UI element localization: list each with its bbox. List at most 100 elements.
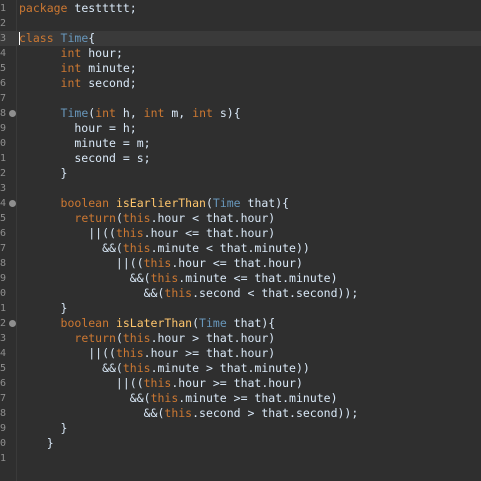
line-number: 8: [0, 408, 7, 419]
line-number: 6: [0, 228, 7, 239]
code-text: minute = m;: [19, 136, 150, 151]
code-line[interactable]: 8 &&(this.second > that.second));: [0, 406, 481, 421]
code-token: boolean: [60, 196, 116, 210]
code-text: Time(int h, int m, int s){: [19, 106, 241, 121]
code-token: .minute < that.minute)): [150, 241, 310, 255]
code-token: class: [19, 31, 61, 45]
code-line[interactable]: 6 int second;: [0, 76, 481, 91]
code-token: .second > that.second));: [192, 406, 359, 420]
code-text: }: [19, 166, 68, 181]
code-line[interactable]: 3: [0, 181, 481, 196]
line-number: 1: [0, 453, 7, 464]
line-number: 7: [0, 93, 7, 104]
code-text: int second;: [19, 76, 137, 91]
code-editor[interactable]: 1 package testtttt; 2 3 class Time{4 int hou…: [0, 0, 481, 481]
code-token: return: [74, 331, 116, 345]
code-token: .hour <= that.hour): [171, 256, 303, 270]
code-token: this: [122, 361, 151, 375]
code-token: this: [150, 391, 179, 405]
code-token: that){: [233, 316, 276, 330]
code-text: ||((this.hour >= that.hour): [19, 376, 303, 391]
code-line[interactable]: 9 &&(this.minute <= that.minute): [0, 271, 481, 286]
code-line[interactable]: 5 return(this.hour < that.hour): [0, 211, 481, 226]
code-line[interactable]: 0 &&(this.second < that.second));: [0, 286, 481, 301]
line-number: 2: [0, 18, 7, 29]
line-number: 3: [0, 183, 7, 194]
code-line[interactable]: 8 Time(int h, int m, int s){: [0, 106, 481, 121]
code-token: return: [74, 211, 116, 225]
code-line[interactable]: 6 ||((this.hour >= that.hour): [0, 376, 481, 391]
code-text: &&(this.minute < that.minute)): [19, 241, 310, 256]
code-text: }: [19, 301, 68, 316]
code-text: ||((this.hour <= that.hour): [19, 226, 275, 241]
code-line[interactable]: 2: [0, 16, 481, 31]
code-line[interactable]: 0 }: [0, 436, 481, 451]
line-number: 2: [0, 168, 7, 179]
line-number: 5: [0, 213, 7, 224]
code-token: &&(: [19, 286, 165, 300]
code-token: {: [88, 31, 96, 45]
code-token: int: [143, 106, 172, 120]
fold-toggle-icon[interactable]: [9, 320, 16, 327]
code-text: &&(this.minute > that.minute)): [19, 361, 310, 376]
code-text: hour = h;: [19, 121, 137, 136]
code-line[interactable]: 1 second = s;: [0, 151, 481, 166]
code-token: int: [192, 106, 220, 120]
code-token: .minute >= that.minute): [178, 391, 338, 405]
code-token: Time: [199, 316, 234, 330]
line-number: 7: [0, 393, 7, 404]
code-line[interactable]: 4 int hour;: [0, 46, 481, 61]
code-line[interactable]: 7 &&(this.minute >= that.minute): [0, 391, 481, 406]
code-line[interactable]: 2 }: [0, 166, 481, 181]
line-number: 0: [0, 438, 7, 449]
code-token: isLaterThan: [115, 316, 193, 330]
code-line[interactable]: 3 return(this.hour > that.hour): [0, 331, 481, 346]
code-token: .hour > that.hour): [150, 331, 276, 345]
code-line[interactable]: 5 &&(this.minute > that.minute)): [0, 361, 481, 376]
code-token: (: [115, 211, 123, 225]
code-line[interactable]: 9 hour = h;: [0, 121, 481, 136]
code-token: ||((: [19, 376, 144, 390]
code-token: }: [19, 166, 68, 180]
code-token: this: [115, 226, 144, 240]
line-number: 9: [0, 273, 7, 284]
code-line[interactable]: 7: [0, 91, 481, 106]
line-number: 0: [0, 138, 7, 149]
code-line[interactable]: 9 }: [0, 421, 481, 436]
code-token: ||((: [19, 256, 144, 270]
code-token: .second < that.second));: [192, 286, 359, 300]
code-line[interactable]: 7 &&(this.minute < that.minute)): [0, 241, 481, 256]
code-line[interactable]: 3 class Time{: [0, 31, 481, 46]
code-text: ||((this.hour <= that.hour): [19, 256, 303, 271]
fold-toggle-icon[interactable]: [9, 110, 16, 117]
code-token: this: [122, 331, 151, 345]
code-token: isEarlierThan: [115, 196, 206, 210]
code-token: that){: [247, 196, 290, 210]
code-line[interactable]: 1: [0, 451, 481, 466]
code-token: hour = h;: [19, 121, 137, 135]
code-line[interactable]: 6 ||((this.hour <= that.hour): [0, 226, 481, 241]
code-token: &&(: [19, 391, 151, 405]
code-text: &&(this.minute <= that.minute): [19, 271, 338, 286]
code-token: second;: [88, 76, 137, 90]
code-token: (: [115, 331, 123, 345]
code-text: boolean isEarlierThan(Time that){: [19, 196, 290, 211]
fold-toggle-icon[interactable]: [9, 200, 16, 207]
code-text: }: [19, 436, 54, 451]
code-line[interactable]: 0 minute = m;: [0, 136, 481, 151]
code-token: .minute > that.minute)): [150, 361, 310, 375]
code-token: this: [143, 256, 172, 270]
line-number: 1: [0, 3, 7, 14]
code-line[interactable]: 4 boolean isEarlierThan(Time that){: [0, 196, 481, 211]
code-token: package: [19, 1, 75, 15]
code-token: .hour <= that.hour): [143, 226, 276, 240]
code-line[interactable]: 2 boolean isLaterThan(Time that){: [0, 316, 481, 331]
code-line[interactable]: 4 ||((this.hour >= that.hour): [0, 346, 481, 361]
code-line[interactable]: 1 }: [0, 301, 481, 316]
code-line[interactable]: 8 ||((this.hour <= that.hour): [0, 256, 481, 271]
code-line[interactable]: 1 package testtttt;: [0, 1, 481, 16]
code-line[interactable]: 5 int minute;: [0, 61, 481, 76]
code-text: int hour;: [19, 46, 123, 61]
